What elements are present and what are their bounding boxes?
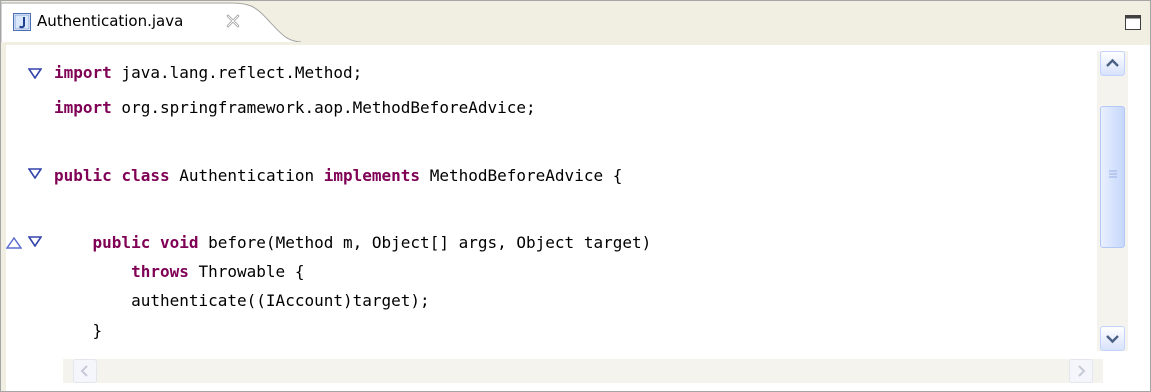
fold-expanded-icon[interactable] xyxy=(28,235,42,247)
vertical-scrollbar[interactable] xyxy=(1097,51,1128,351)
code-token: MethodBeforeAdvice { xyxy=(420,166,623,185)
keyword-token: void xyxy=(159,233,199,252)
keyword-token: class xyxy=(121,166,170,185)
code-line[interactable]: throws Throwable { xyxy=(54,262,304,282)
close-icon[interactable] xyxy=(225,13,241,29)
code-text-area[interactable]: import java.lang.reflect.Method; import o… xyxy=(54,45,1094,351)
keyword-token: throws xyxy=(131,262,189,281)
code-line[interactable]: } xyxy=(54,321,103,341)
fold-expanded-icon[interactable] xyxy=(28,167,42,179)
code-editor[interactable]: import java.lang.reflect.Method; import o… xyxy=(6,45,1150,391)
tab-authentication-java[interactable]: Authentication.java xyxy=(1,1,301,42)
scroll-left-icon xyxy=(80,365,88,377)
keyword-token: public xyxy=(92,233,151,252)
scroll-down-button[interactable] xyxy=(1100,326,1125,351)
code-token: } xyxy=(54,321,103,340)
scroll-down-icon xyxy=(1106,335,1119,344)
scrollbar-thumb[interactable] xyxy=(1100,106,1125,248)
override-indicator-icon[interactable] xyxy=(6,236,22,250)
code-token: authenticate((IAccount)target); xyxy=(54,291,430,310)
editor-window: Authentication.java import java.lang.ref… xyxy=(0,0,1151,392)
scroll-right-icon xyxy=(1078,365,1086,377)
scroll-up-button[interactable] xyxy=(1100,51,1125,76)
horizontal-scrollbar[interactable] xyxy=(63,359,1103,383)
grip-icon xyxy=(1109,170,1117,178)
keyword-token: implements xyxy=(323,166,421,185)
code-token: before(Method m, Object[] args, Object t… xyxy=(198,233,652,252)
code-line[interactable]: public void before(Method m, Object[] ar… xyxy=(54,233,652,253)
tab-bar: Authentication.java xyxy=(1,1,1150,42)
maximize-icon[interactable] xyxy=(1125,15,1141,30)
keyword-token: public xyxy=(54,166,112,185)
scroll-left-button[interactable] xyxy=(73,359,97,383)
code-token: java.lang.reflect.Method; xyxy=(111,63,363,82)
tab-label: Authentication.java xyxy=(37,12,184,30)
code-token: org.springframework.aop.MethodBeforeAdvi… xyxy=(111,98,536,117)
java-file-icon xyxy=(13,13,31,31)
code-line[interactable]: authenticate((IAccount)target); xyxy=(54,291,430,311)
keyword-token: import xyxy=(54,63,112,82)
fold-expanded-icon[interactable] xyxy=(28,67,42,79)
annotation-ruler xyxy=(6,45,34,351)
code-line[interactable]: import org.springframework.aop.MethodBef… xyxy=(54,98,536,118)
scroll-right-button[interactable] xyxy=(1069,359,1093,383)
scroll-up-icon xyxy=(1106,58,1119,67)
code-line[interactable]: import java.lang.reflect.Method; xyxy=(54,63,362,83)
code-line[interactable]: public class Authentication implements M… xyxy=(54,166,622,186)
code-token: Authentication xyxy=(169,166,324,185)
code-token: Throwable { xyxy=(188,262,305,281)
keyword-token: import xyxy=(54,98,112,117)
